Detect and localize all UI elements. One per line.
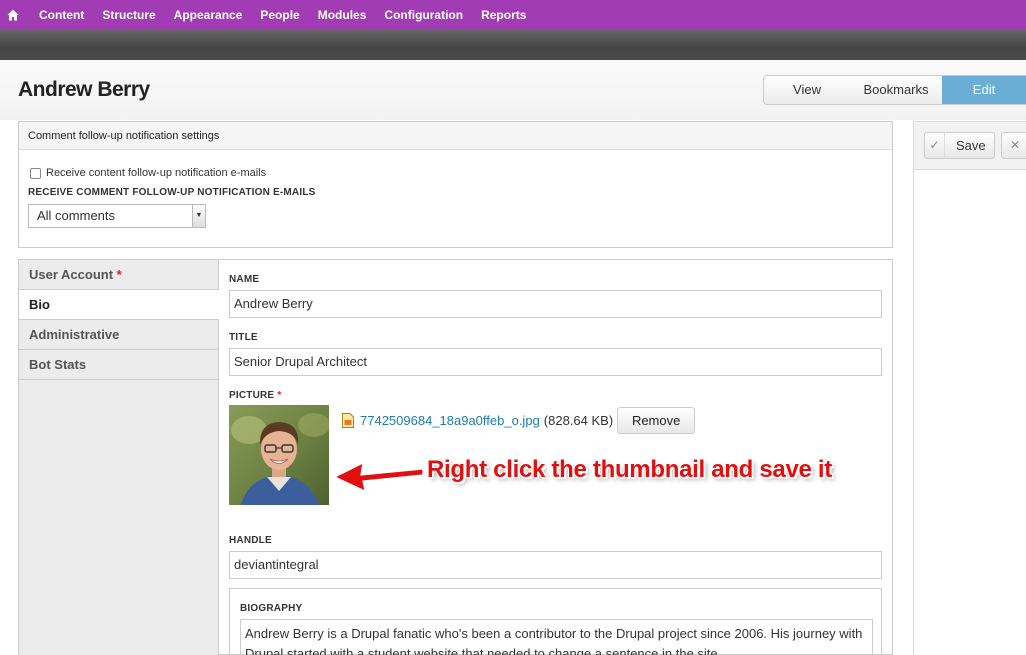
shortcut-bar [0,30,1026,60]
content-notification-label: Receive content follow-up notification e… [46,167,267,179]
form-actions: ✓ Save ✕ [914,122,1026,170]
content-notification-checkbox[interactable] [30,167,41,179]
title-label: TITLE [229,332,258,343]
toolbar-item-modules[interactable]: Modules [309,0,376,30]
toolbar-item-configuration[interactable]: Configuration [375,0,472,30]
vtab-bot-stats[interactable]: Bot Stats [19,350,218,380]
name-input[interactable]: Andrew Berry [229,290,882,318]
toolbar-item-people[interactable]: People [251,0,308,30]
vtab-bio[interactable]: Bio [19,290,219,320]
vtab-label: Bot Stats [29,357,87,372]
toolbar-item-appearance[interactable]: Appearance [165,0,252,30]
picture-label-text: PICTURE [229,390,275,401]
biography-textarea[interactable]: Andrew Berry is a Drupal fanatic who's b… [240,619,873,655]
biography-label: BIOGRAPHY [240,603,303,614]
picture-file-link[interactable]: 7742509684_18a9a0ffeb_o.jpg [360,413,540,428]
title-input[interactable]: Senior Drupal Architect [229,348,882,376]
primary-tabs: View Bookmarks Edit [763,75,1026,105]
picture-file-row: 7742509684_18a9a0ffeb_o.jpg (828.64 KB) … [342,407,696,434]
save-label: Save [956,138,986,153]
tab-edit[interactable]: Edit [942,76,1026,104]
picture-label: PICTURE * [229,390,281,401]
dropdown-arrow-icon: ▼ [192,205,205,227]
content-notification-option: Receive content follow-up notification e… [30,167,266,179]
picture-thumbnail[interactable] [229,405,329,505]
handle-input[interactable]: deviantintegral [229,551,882,579]
page-title: Andrew Berry [18,78,150,101]
remove-picture-button[interactable]: Remove [617,407,696,434]
comment-notification-select[interactable]: All comments ▼ [28,204,206,228]
comment-notification-label: RECEIVE COMMENT FOLLOW-UP NOTIFICATION E… [28,187,316,198]
checkmark-icon: ✓ [925,133,945,158]
admin-toolbar: Content Structure Appearance People Modu… [0,0,1026,30]
required-marker: * [277,390,282,401]
vertical-tabs: User Account * Bio Administrative Bot St… [18,259,893,655]
handle-label: HANDLE [229,535,272,546]
close-icon[interactable]: ✕ [1001,132,1026,159]
side-panel: ✓ Save ✕ [913,121,1026,655]
annotation-text: Right click the thumbnail and save it [427,456,832,483]
fieldset-legend: Comment follow-up notification settings [19,122,892,150]
notification-settings-fieldset: Comment follow-up notification settings … [18,121,893,248]
home-icon[interactable] [0,0,26,30]
vtab-label: User Account [29,267,114,282]
annotation-arrow-icon [333,461,424,493]
toolbar-item-reports[interactable]: Reports [472,0,535,30]
tab-bookmarks[interactable]: Bookmarks [850,76,942,104]
vtab-label: Administrative [29,327,120,342]
image-file-icon [342,413,354,428]
vtab-user-account[interactable]: User Account * [19,260,218,290]
required-marker: * [116,267,122,282]
name-label: NAME [229,274,260,285]
picture-file-size: (828.64 KB) [543,413,614,428]
save-button[interactable]: ✓ Save [924,132,995,159]
vtab-administrative[interactable]: Administrative [19,320,218,350]
biography-fieldset: BIOGRAPHY Andrew Berry is a Drupal fanat… [229,588,882,655]
vertical-tab-list: User Account * Bio Administrative Bot St… [19,260,219,655]
vtab-label: Bio [29,297,50,312]
tab-view[interactable]: View [764,76,850,104]
toolbar-item-structure[interactable]: Structure [93,0,164,30]
select-value: All comments [37,208,116,223]
toolbar-item-content[interactable]: Content [26,0,93,30]
